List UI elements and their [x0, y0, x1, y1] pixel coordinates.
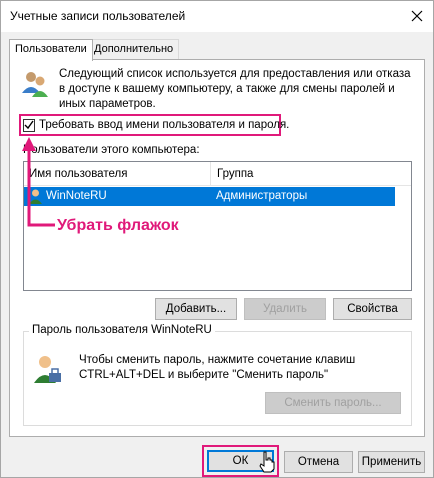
password-group-legend: Пароль пользователя WinNoteRU — [29, 324, 215, 336]
properties-button[interactable]: Свойства — [333, 298, 412, 320]
title-bar: Учетные записи пользователей — [1, 1, 433, 32]
annotation-arrow — [22, 137, 55, 227]
user-accounts-window: Учетные записи пользователей Пользовател… — [0, 0, 434, 478]
apply-button[interactable]: Применить — [358, 451, 425, 473]
window-title: Учетные записи пользователей — [10, 9, 186, 23]
close-icon — [411, 10, 423, 22]
remove-user-button[interactable]: Удалить — [244, 298, 326, 320]
change-password-button[interactable]: Сменить пароль... — [265, 392, 401, 414]
table-row[interactable]: WinNoteRU Администраторы — [24, 187, 395, 206]
close-button[interactable] — [403, 2, 431, 30]
require-login-checkbox[interactable] — [23, 118, 35, 132]
cancel-button[interactable]: Отмена — [284, 451, 353, 473]
row-group: Администраторы — [216, 190, 308, 202]
column-group[interactable]: Группа — [212, 162, 412, 186]
require-login-label: Требовать ввод имени пользователя и паро… — [39, 119, 290, 131]
description-text: Следующий список используется для предос… — [59, 68, 411, 110]
tab-users[interactable]: Пользователи — [9, 39, 93, 61]
tab-advanced[interactable]: Дополнительно — [88, 39, 180, 60]
tab-advanced-label: Дополнительно — [94, 43, 174, 55]
list-header: Имя пользователя Группа — [24, 162, 411, 186]
add-user-button[interactable]: Добавить... — [155, 298, 237, 320]
checkmark-icon — [24, 120, 34, 130]
password-instructions: Чтобы сменить пароль, нажмите сочетание … — [79, 354, 356, 381]
annotation-callout: Убрать флажок — [57, 217, 179, 234]
hand-cursor-icon — [259, 451, 275, 473]
require-login-checkbox-row[interactable]: Требовать ввод имени пользователя и паро… — [19, 114, 289, 136]
users-icon — [22, 72, 48, 97]
user-password-icon — [34, 356, 61, 383]
tab-users-label: Пользователи — [15, 43, 87, 55]
